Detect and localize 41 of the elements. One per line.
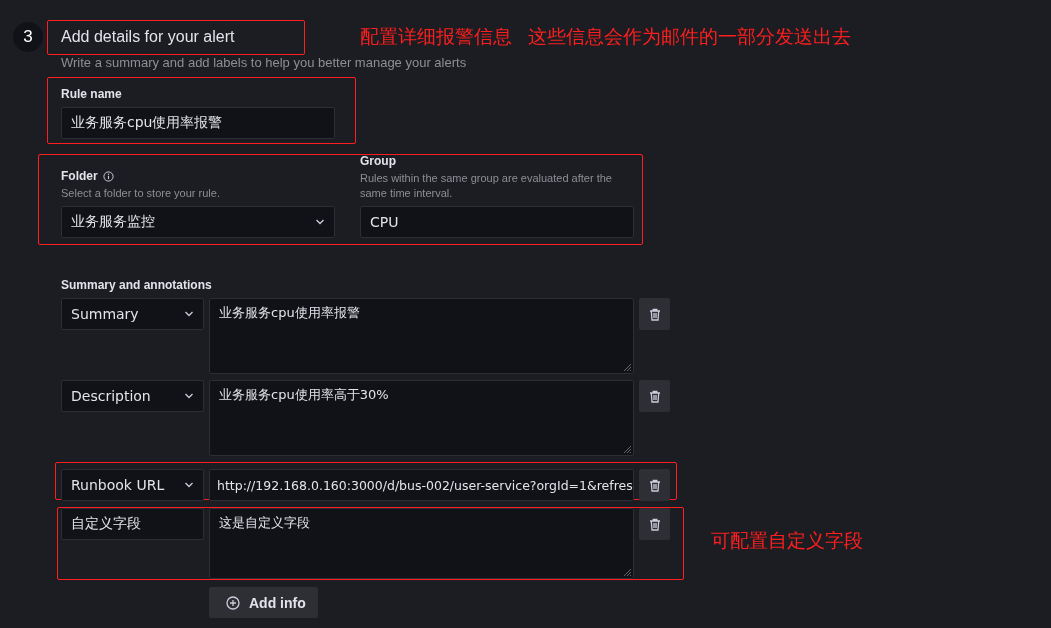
- rule-name-field[interactable]: 业务服务cpu使用率报警: [61, 107, 335, 139]
- chevron-down-icon: [184, 311, 194, 317]
- field-description: Rules within the same group are evaluated after the same time interval.: [360, 171, 613, 201]
- add-info-button[interactable]: Add info: [209, 587, 318, 618]
- resize-handle-icon[interactable]: [623, 568, 632, 577]
- chevron-down-icon: [315, 219, 325, 225]
- resize-handle-icon[interactable]: [623, 363, 632, 372]
- trash-icon: [648, 478, 661, 492]
- group-field[interactable]: CPU: [360, 206, 634, 238]
- chevron-down-icon: [184, 393, 194, 399]
- step-number: 3: [13, 22, 43, 52]
- plus-circle-icon: [226, 595, 240, 610]
- callout-text: 可配置自定义字段: [711, 528, 863, 553]
- delete-button[interactable]: [639, 508, 670, 540]
- section-label: Summary and annotations: [61, 278, 212, 292]
- annotation-key-select[interactable]: Runbook URL: [61, 469, 204, 501]
- resize-handle-icon[interactable]: [623, 445, 632, 454]
- field-description: Select a folder to store your rule.: [61, 186, 221, 201]
- annotation-value-field[interactable]: http://192.168.0.160:3000/d/bus-002/user-service?orgId=1&refres: [209, 469, 634, 501]
- trash-icon: [648, 517, 661, 531]
- annotation-key-select[interactable]: Description: [61, 380, 204, 412]
- callout-text: 配置详细报警信息: [360, 24, 512, 49]
- annotation-key-select[interactable]: Summary: [61, 298, 204, 330]
- trash-icon: [648, 307, 661, 321]
- field-label: Folder: [61, 169, 98, 183]
- delete-button[interactable]: [639, 380, 670, 412]
- section-title: Add details for your alert: [61, 28, 235, 46]
- delete-button[interactable]: [639, 469, 670, 501]
- chevron-down-icon: [184, 482, 194, 488]
- section-subtitle: Write a summary and add labels to help you better manage your alerts: [61, 55, 467, 71]
- callout-text: 这些信息会作为邮件的一部分发送出去: [528, 24, 851, 49]
- info-icon[interactable]: [102, 170, 114, 182]
- annotation-value-field[interactable]: 业务服务cpu使用率高于30%: [209, 380, 634, 456]
- annotation-key-field[interactable]: 自定义字段: [61, 508, 204, 540]
- delete-button[interactable]: [639, 298, 670, 330]
- trash-icon: [648, 389, 661, 403]
- field-label: Group: [360, 154, 397, 168]
- field-label: Rule name: [61, 87, 123, 101]
- annotation-value-field[interactable]: 这是自定义字段: [209, 508, 634, 579]
- annotation-value-field[interactable]: 业务服务cpu使用率报警: [209, 298, 634, 374]
- folder-select[interactable]: 业务服务监控: [61, 206, 335, 238]
